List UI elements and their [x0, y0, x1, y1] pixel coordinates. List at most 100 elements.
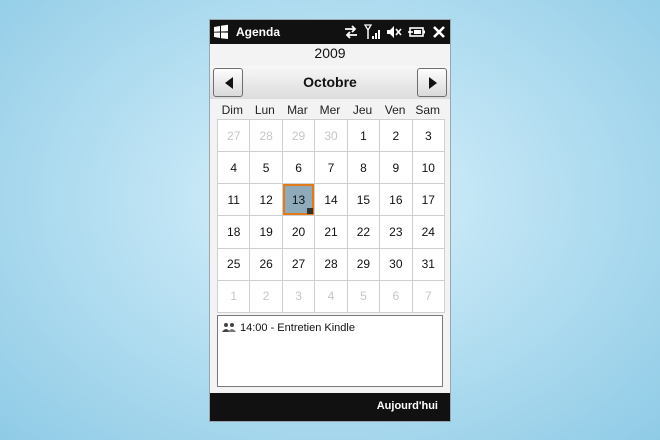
volume-muted-icon[interactable]: [386, 24, 402, 40]
battery-charging-icon[interactable]: [408, 24, 426, 40]
day-cell[interactable]: 3: [412, 120, 444, 152]
day-number: 27: [227, 128, 241, 143]
day-number: 14: [324, 192, 338, 207]
meeting-icon: [222, 323, 236, 332]
day-cell[interactable]: 31: [412, 248, 444, 280]
day-number: 19: [259, 225, 273, 240]
day-cell[interactable]: 10: [412, 152, 444, 184]
day-cell[interactable]: 16: [380, 184, 412, 216]
month-navigation: Octobre: [210, 66, 450, 99]
day-cell[interactable]: 25: [218, 248, 250, 280]
month-label: Octobre: [303, 74, 357, 90]
day-number: 6: [295, 160, 302, 175]
day-cell[interactable]: 12: [250, 184, 282, 216]
day-cell[interactable]: 9: [380, 152, 412, 184]
day-cell[interactable]: 15: [347, 184, 380, 216]
day-number: 5: [360, 289, 367, 304]
day-cell[interactable]: 11: [218, 184, 250, 216]
day-number: 28: [324, 257, 338, 272]
day-cell[interactable]: 30: [380, 248, 412, 280]
appointments-panel[interactable]: 14:00 - Entretien Kindle: [217, 315, 443, 387]
day-cell[interactable]: 27: [218, 120, 250, 152]
day-cell[interactable]: 22: [347, 216, 380, 248]
weekday-label: Jeu: [352, 103, 373, 117]
day-number: 20: [291, 225, 306, 240]
appointment-marker: [307, 208, 314, 215]
day-cell[interactable]: 18: [218, 216, 250, 248]
day-cell[interactable]: 26: [250, 248, 282, 280]
appointment-item[interactable]: 14:00 - Entretien Kindle: [222, 320, 355, 336]
day-cell[interactable]: 1: [347, 120, 380, 152]
softkey-bar: Aujourd'hui: [210, 393, 450, 421]
day-cell[interactable]: 8: [347, 152, 380, 184]
day-number: 7: [327, 160, 335, 175]
day-cell[interactable]: 2: [380, 120, 412, 152]
day-cell[interactable]: 29: [282, 120, 315, 152]
day-number: 30: [324, 128, 338, 143]
chevron-right-icon: [429, 77, 437, 89]
today-softkey[interactable]: Aujourd'hui: [377, 400, 438, 412]
day-cell[interactable]: 4: [315, 280, 347, 312]
day-number: 11: [227, 192, 240, 207]
day-number: 4: [230, 160, 238, 175]
signal-strength-icon[interactable]: [364, 24, 380, 40]
day-number: 30: [389, 257, 403, 272]
day-cell[interactable]: 6: [282, 152, 315, 184]
next-month-button[interactable]: [417, 68, 447, 97]
day-cell[interactable]: 7: [315, 152, 347, 184]
day-cell[interactable]: 7: [412, 280, 444, 312]
day-number: 2: [392, 128, 400, 143]
day-cell[interactable]: 19: [250, 216, 282, 248]
day-number: 27: [291, 257, 306, 272]
day-number: 29: [356, 257, 371, 272]
windows-logo-icon[interactable]: [213, 24, 229, 40]
previous-month-button[interactable]: [213, 68, 243, 97]
selected-day-cell[interactable]: 13: [282, 184, 315, 216]
day-number: 7: [424, 289, 432, 304]
day-cell[interactable]: 29: [347, 248, 380, 280]
day-number: 23: [389, 225, 403, 240]
day-cell[interactable]: 27: [282, 248, 315, 280]
day-number: 13: [291, 192, 306, 207]
day-number: 17: [421, 192, 435, 207]
weekday-label: Dim: [221, 103, 243, 117]
day-number: 10: [421, 160, 435, 175]
day-number: 24: [421, 225, 435, 240]
day-number: 26: [259, 257, 273, 272]
day-cell[interactable]: 24: [412, 216, 444, 248]
day-cell[interactable]: 28: [250, 120, 282, 152]
day-cell[interactable]: 6: [380, 280, 412, 312]
day-number: 18: [227, 225, 241, 240]
weekday-label: Mar: [287, 103, 308, 117]
close-icon[interactable]: [432, 24, 446, 40]
day-number: 3: [424, 128, 432, 143]
weekday-label: Mer: [319, 103, 341, 117]
weekday-label: Ven: [384, 103, 406, 117]
day-cell[interactable]: 23: [380, 216, 412, 248]
day-cell[interactable]: 28: [315, 248, 347, 280]
weekday-header: Dim Lun Mar Mer Jeu Ven Sam: [216, 101, 444, 119]
weekday-label: Sam: [415, 103, 440, 117]
data-sync-icon[interactable]: [343, 24, 359, 40]
day-number: 15: [356, 192, 371, 207]
day-cell[interactable]: 3: [282, 280, 315, 312]
day-cell[interactable]: 17: [412, 184, 444, 216]
day-cell[interactable]: 14: [315, 184, 347, 216]
day-cell[interactable]: 21: [315, 216, 347, 248]
day-cell[interactable]: 2: [250, 280, 282, 312]
day-number: 4: [327, 289, 335, 304]
day-cell[interactable]: 5: [347, 280, 380, 312]
day-cell[interactable]: 20: [282, 216, 315, 248]
calendar-grid: 27 28 29 30 1 2 3 4 5 6 7 8 9 10 11 12 13 14 15 16 17 18 19 20 2…: [217, 119, 445, 313]
day-number: 25: [227, 257, 241, 272]
day-cell[interactable]: 5: [250, 152, 282, 184]
day-number: 22: [356, 225, 371, 240]
day-number: 6: [392, 289, 400, 304]
day-cell[interactable]: 1: [218, 280, 250, 312]
day-cell[interactable]: 30: [315, 120, 347, 152]
year-label: 2009: [314, 45, 346, 61]
day-number: 21: [324, 225, 338, 240]
weekday-label: Lun: [254, 103, 275, 117]
day-number: 1: [360, 128, 367, 143]
day-cell[interactable]: 4: [218, 152, 250, 184]
